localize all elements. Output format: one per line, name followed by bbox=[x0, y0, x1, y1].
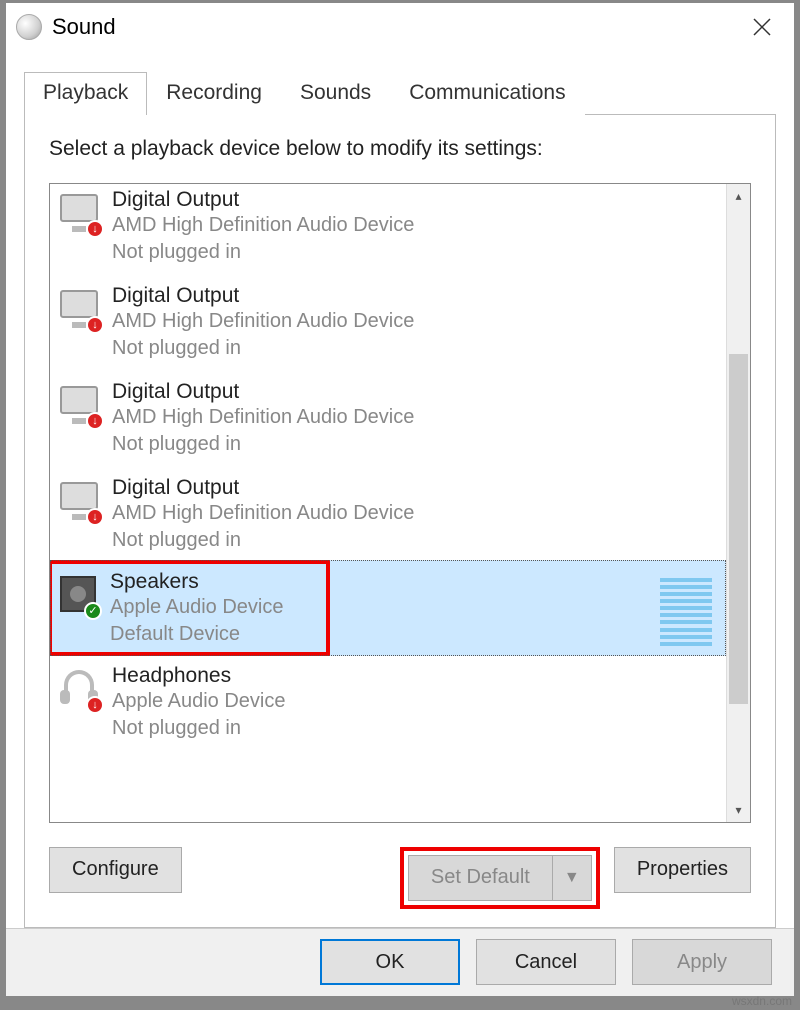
device-status: Not plugged in bbox=[112, 527, 414, 554]
sound-dialog: Sound Playback Recording Sounds Communic… bbox=[5, 2, 795, 997]
set-default-dropdown[interactable]: ▼ bbox=[552, 855, 592, 901]
device-driver: AMD High Definition Audio Device bbox=[112, 500, 414, 527]
device-item[interactable]: ↓ Digital Output AMD High Definition Aud… bbox=[50, 184, 726, 274]
device-status: Default Device bbox=[110, 621, 283, 648]
tab-recording[interactable]: Recording bbox=[147, 72, 281, 115]
device-item[interactable]: ↓ Digital Output AMD High Definition Aud… bbox=[50, 370, 726, 466]
scroll-down-icon[interactable]: ▾ bbox=[727, 798, 750, 822]
unplugged-badge-icon: ↓ bbox=[86, 508, 104, 526]
device-list-inner: ↓ Digital Output AMD High Definition Aud… bbox=[50, 184, 726, 822]
close-button[interactable] bbox=[740, 7, 784, 47]
scroll-up-icon[interactable]: ▴ bbox=[727, 184, 750, 208]
device-status: Not plugged in bbox=[112, 239, 414, 266]
window-title: Sound bbox=[52, 14, 116, 40]
device-name: Digital Output bbox=[112, 380, 414, 404]
tab-communications[interactable]: Communications bbox=[390, 72, 584, 115]
tab-sounds[interactable]: Sounds bbox=[281, 72, 390, 115]
device-driver: AMD High Definition Audio Device bbox=[112, 404, 414, 431]
monitor-icon: ↓ bbox=[58, 288, 104, 334]
dialog-footer: OK Cancel Apply bbox=[6, 928, 794, 996]
content-area: Playback Recording Sounds Communications… bbox=[6, 52, 794, 928]
device-list: ↓ Digital Output AMD High Definition Aud… bbox=[49, 183, 751, 823]
scrollbar[interactable]: ▴ ▾ bbox=[726, 184, 750, 822]
device-status: Not plugged in bbox=[112, 715, 285, 742]
sound-app-icon bbox=[16, 14, 42, 40]
device-status: Not plugged in bbox=[112, 431, 414, 458]
action-row: Configure Set Default ▼ Properties bbox=[49, 847, 751, 909]
device-driver: AMD High Definition Audio Device bbox=[112, 308, 414, 335]
device-name: Digital Output bbox=[112, 188, 414, 212]
titlebar: Sound bbox=[6, 3, 794, 52]
device-name: Headphones bbox=[112, 664, 285, 688]
device-item[interactable]: ↓ Headphones Apple Audio Device Not plug… bbox=[50, 654, 726, 750]
device-item[interactable]: ↓ Digital Output AMD High Definition Aud… bbox=[50, 274, 726, 370]
instruction-text: Select a playback device below to modify… bbox=[49, 137, 751, 161]
monitor-icon: ↓ bbox=[58, 384, 104, 430]
default-badge-icon: ✓ bbox=[84, 602, 102, 620]
unplugged-badge-icon: ↓ bbox=[86, 696, 104, 714]
unplugged-badge-icon: ↓ bbox=[86, 412, 104, 430]
volume-meter-icon bbox=[660, 578, 712, 646]
device-name: Digital Output bbox=[112, 476, 414, 500]
device-name: Speakers bbox=[110, 570, 283, 594]
device-status: Not plugged in bbox=[112, 335, 414, 362]
watermark: wsxdn.com bbox=[732, 994, 792, 1008]
speaker-icon: ✓ bbox=[56, 574, 102, 620]
monitor-icon: ↓ bbox=[58, 480, 104, 526]
set-default-button[interactable]: Set Default bbox=[408, 855, 552, 901]
tab-playback[interactable]: Playback bbox=[24, 72, 147, 115]
configure-button[interactable]: Configure bbox=[49, 847, 182, 893]
device-name: Digital Output bbox=[112, 284, 414, 308]
device-driver: Apple Audio Device bbox=[112, 688, 285, 715]
unplugged-badge-icon: ↓ bbox=[86, 220, 104, 238]
device-driver: AMD High Definition Audio Device bbox=[112, 212, 414, 239]
device-driver: Apple Audio Device bbox=[110, 594, 283, 621]
properties-button[interactable]: Properties bbox=[614, 847, 751, 893]
apply-button[interactable]: Apply bbox=[632, 939, 772, 985]
cancel-button[interactable]: Cancel bbox=[476, 939, 616, 985]
scroll-thumb[interactable] bbox=[729, 354, 748, 704]
device-item-selected[interactable]: ✓ Speakers Apple Audio Device Default De… bbox=[50, 560, 726, 656]
ok-button[interactable]: OK bbox=[320, 939, 460, 985]
headphone-icon: ↓ bbox=[58, 668, 104, 714]
set-default-split-button: Set Default ▼ bbox=[400, 847, 600, 909]
unplugged-badge-icon: ↓ bbox=[86, 316, 104, 334]
tab-strip: Playback Recording Sounds Communications bbox=[24, 72, 776, 114]
tab-panel-playback: Select a playback device below to modify… bbox=[24, 114, 776, 928]
monitor-icon: ↓ bbox=[58, 192, 104, 238]
chevron-down-icon: ▼ bbox=[564, 869, 580, 887]
device-item[interactable]: ↓ Digital Output AMD High Definition Aud… bbox=[50, 466, 726, 562]
